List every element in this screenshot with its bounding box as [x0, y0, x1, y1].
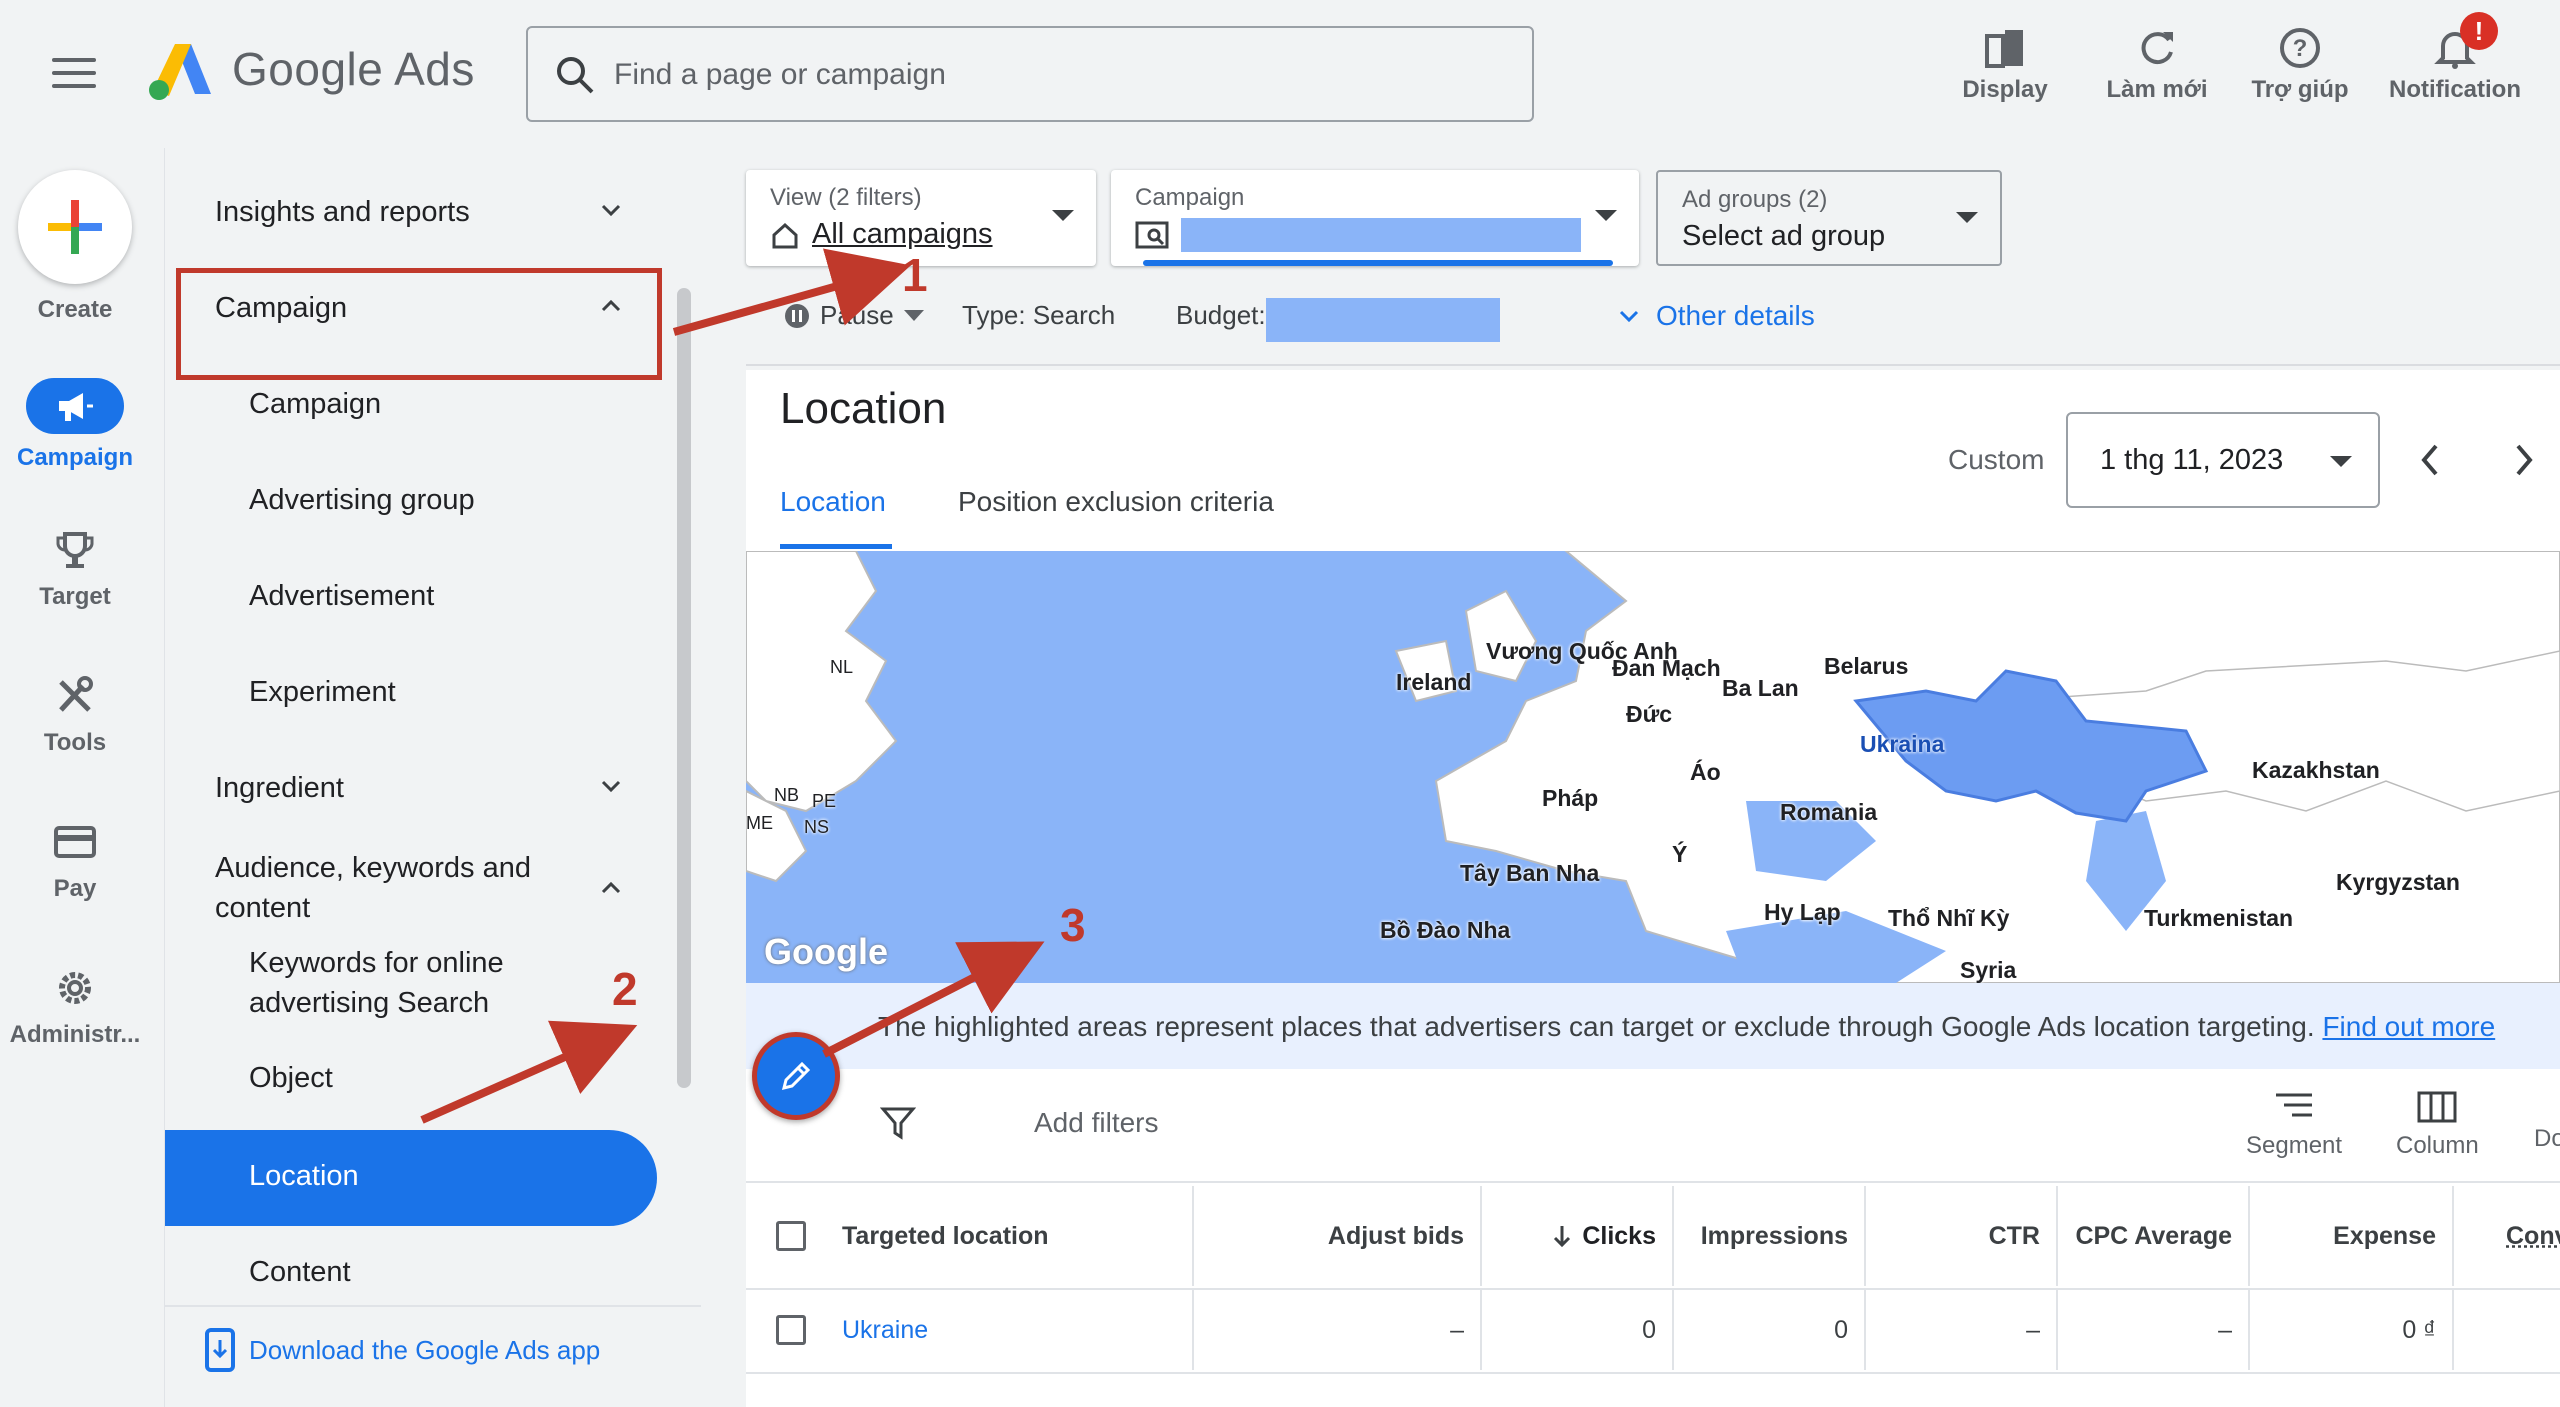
annotation-number-1: 1: [902, 249, 928, 301]
annotation-arrows: [420, 248, 1045, 1124]
annotation-number-3: 3: [1060, 899, 1086, 951]
annotation-arrow-3: [822, 941, 1045, 1058]
annotation-arrow-2: [420, 1020, 638, 1124]
annotation-arrow-1: [672, 248, 911, 336]
annotation-number-2: 2: [612, 963, 638, 1015]
